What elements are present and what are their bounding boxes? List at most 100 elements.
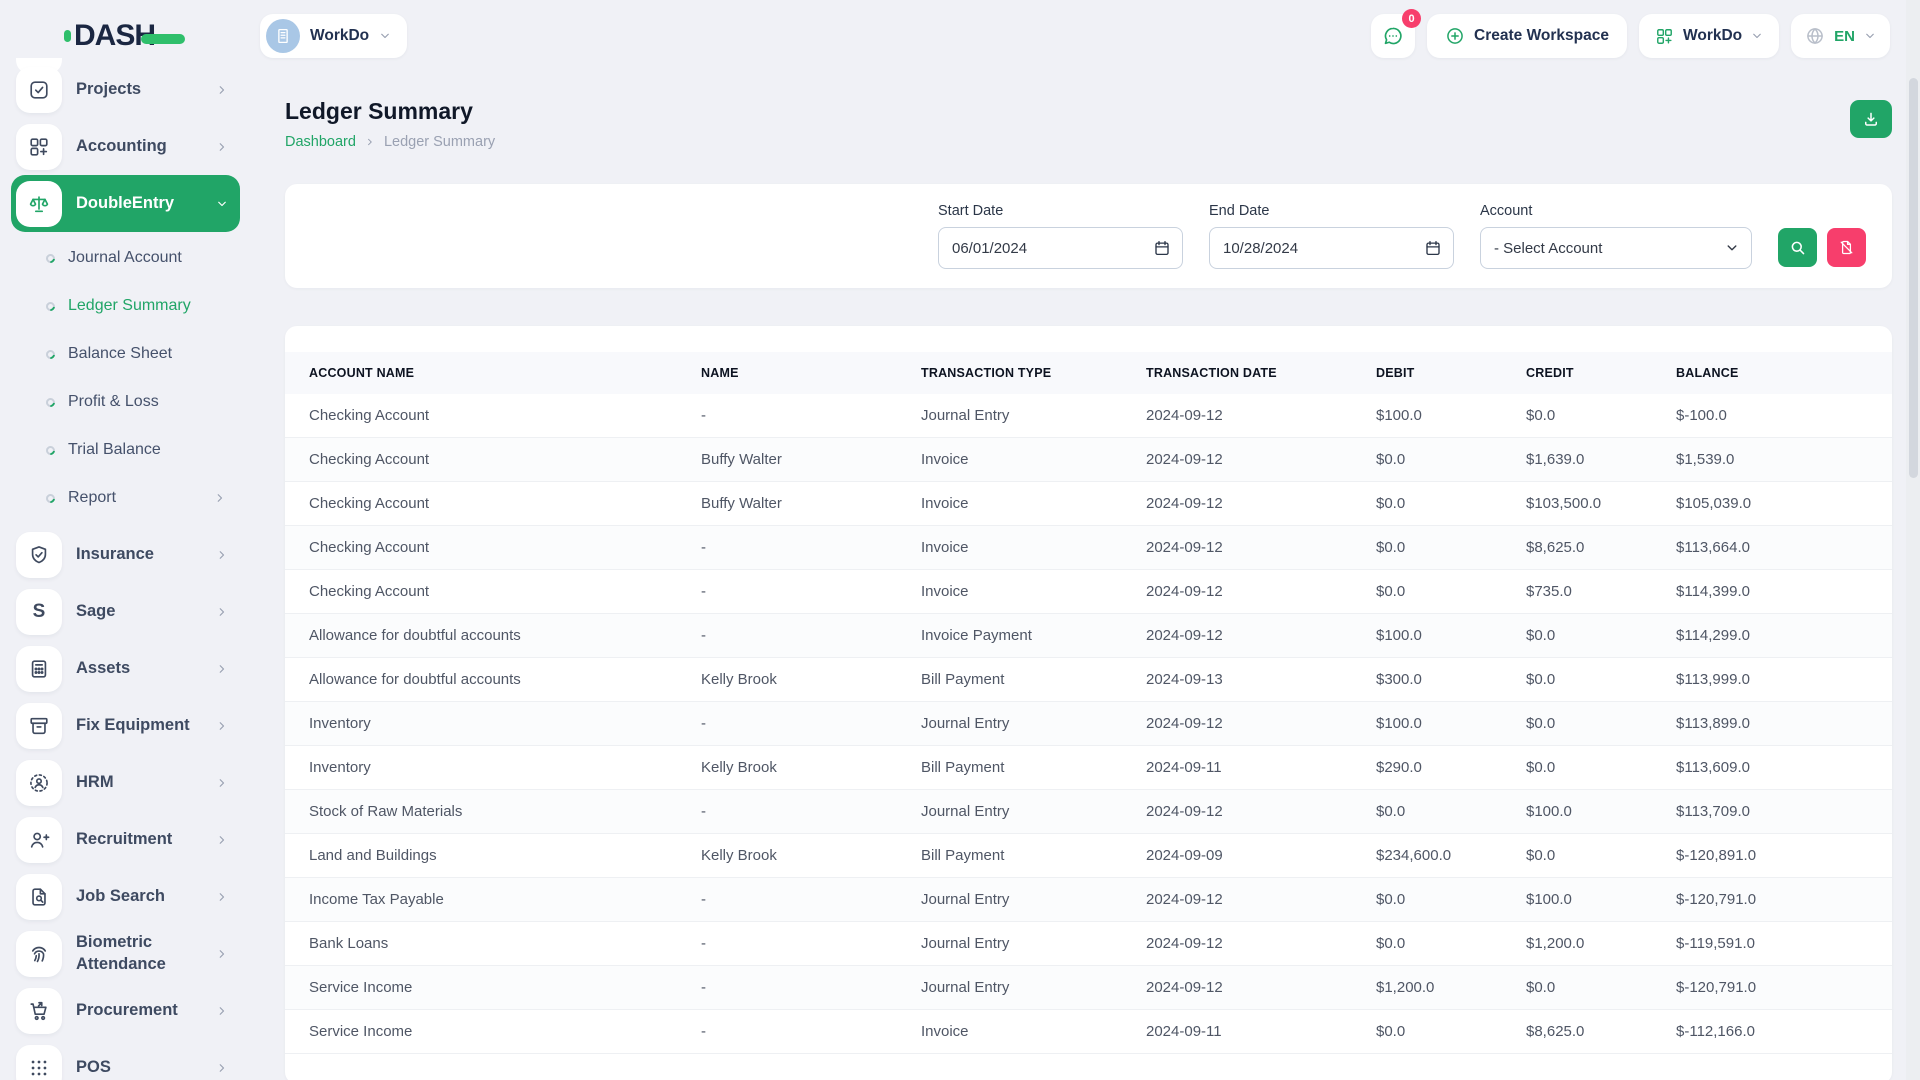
bullet-icon [44,348,57,361]
sidebar-icon-tile [16,703,62,749]
table-row: Bank Loans-Journal Entry2024-09-12$0.0$1… [285,922,1892,966]
filter-card: Start Date End Date Account - Select Acc… [285,184,1892,288]
chevron-down-icon [1751,30,1763,42]
sidebar-subitem-journal-account[interactable]: Journal Account [16,234,240,282]
download-button[interactable] [1850,100,1892,138]
table-row: Checking Account-Invoice2024-09-12$0.0$8… [285,526,1892,570]
layout: ProjectsAccountingDoubleEntryJournal Acc… [0,72,1920,1080]
chevron-right-icon [216,948,228,960]
sidebar-item-pos[interactable]: POS [16,1039,240,1080]
table-row: Service Income-Journal Entry2024-09-12$1… [285,966,1892,1010]
language-label: EN [1834,28,1855,45]
page-title: Ledger Summary [285,98,495,125]
end-date-input[interactable] [1209,227,1454,269]
sidebar-icon-tile [16,817,62,863]
chevron-down-icon [1864,30,1876,42]
table-row: Checking Account-Invoice2024-09-12$0.0$7… [285,570,1892,614]
topbar: DASH WorkDo 0 Create Workspace WorkDo EN [0,0,1920,72]
cart-icon [28,1000,50,1022]
file-slash-icon [1838,239,1855,256]
page-header: Ledger Summary Dashboard Ledger Summary [285,98,1892,150]
sidebar-subitem-balance-sheet[interactable]: Balance Sheet [16,330,240,378]
table-row: Allowance for doubtful accounts-Invoice … [285,614,1892,658]
sidebar: ProjectsAccountingDoubleEntryJournal Acc… [0,72,260,1080]
chevron-right-icon [216,549,228,561]
chevron-right-icon [216,1062,228,1074]
breadcrumb-dashboard-link[interactable]: Dashboard [285,134,356,150]
app-logo[interactable]: DASH [64,19,185,53]
column-header-transaction-date: TRANSACTION DATE [1146,352,1376,394]
sidebar-nav: ProjectsAccountingDoubleEntryJournal Acc… [16,61,240,1080]
checkbox-icon [28,79,50,101]
account-group: Account - Select Account [1480,203,1752,269]
sidebar-item-job-search[interactable]: Job Search [16,868,240,925]
sidebar-subitem-ledger-summary[interactable]: Ledger Summary [16,282,240,330]
workspace-switcher[interactable]: WorkDo [260,14,407,58]
sidebar-icon-tile [16,532,62,578]
scales-icon [28,193,50,215]
download-icon [1862,110,1880,128]
bullet-icon [44,252,57,265]
page-scrollbar-thumb[interactable] [1909,78,1918,478]
search-button[interactable] [1778,228,1817,267]
column-header-account-name: ACCOUNT NAME [285,352,701,394]
sidebar-item-hrm[interactable]: HRM [16,754,240,811]
sidebar-icon-tile [16,988,62,1034]
create-workspace-button[interactable]: Create Workspace [1427,14,1627,58]
table-row: Service Income-Invoice2024-09-11$0.0$8,6… [285,1010,1892,1054]
account-select[interactable]: - Select Account [1480,227,1752,269]
archive-box-icon [28,715,50,737]
bullet-icon [44,444,57,457]
table-row: Income Tax Payable-Journal Entry2024-09-… [285,878,1892,922]
column-header-credit: CREDIT [1526,352,1676,394]
sidebar-item-fix-equipment[interactable]: Fix Equipment [16,697,240,754]
table-row: Inventory-Journal Entry2024-09-12$100.0$… [285,702,1892,746]
sidebar-icon-tile: S [16,589,62,635]
table-row: Stock of Raw Materials-Journal Entry2024… [285,790,1892,834]
logo-dot [64,30,71,42]
sage-s-icon: S [28,601,50,623]
table-body: Checking Account-Journal Entry2024-09-12… [285,394,1892,1054]
sidebar-subitem-profit-loss[interactable]: Profit & Loss [16,378,240,426]
sidebar-item-doubleentry[interactable]: DoubleEntry [11,175,240,232]
sidebar-icon-tile [16,931,62,977]
create-workspace-label: Create Workspace [1474,27,1609,45]
end-date-group: End Date [1209,203,1454,269]
column-header-balance: BALANCE [1676,352,1892,394]
grid-plus-icon [28,136,50,158]
apps-menu-button[interactable]: WorkDo [1639,14,1779,58]
dots-grid-icon [28,1057,50,1079]
table-header: ACCOUNT NAMENAMETRANSACTION TYPETRANSACT… [285,352,1892,394]
column-header-transaction-type: TRANSACTION TYPE [921,352,1146,394]
sidebar-item-sage[interactable]: SSage [16,583,240,640]
chevron-right-icon [216,777,228,789]
sidebar-item-recruitment[interactable]: Recruitment [16,811,240,868]
chevron-right-icon [216,891,228,903]
sidebar-item-biometric-attendance[interactable]: Biometric Attendance [16,925,240,982]
language-selector[interactable]: EN [1791,14,1890,58]
main-content: Ledger Summary Dashboard Ledger Summary … [260,72,1920,1080]
sidebar-subitem-trial-balance[interactable]: Trial Balance [16,426,240,474]
table-row: Checking AccountBuffy WalterInvoice2024-… [285,482,1892,526]
sidebar-subitem-report[interactable]: Report [16,474,240,522]
chevron-right-icon [216,141,228,153]
reset-filter-button[interactable] [1827,228,1866,267]
person-plus-icon [28,829,50,851]
sidebar-item-procurement[interactable]: Procurement [16,982,240,1039]
filter-buttons [1778,205,1866,267]
start-date-input[interactable] [938,227,1183,269]
sidebar-item-insurance[interactable]: Insurance [16,526,240,583]
chevron-right-icon [365,137,375,147]
workspace-label: WorkDo [310,27,369,45]
bullet-icon [44,396,57,409]
chevron-right-icon [216,84,228,96]
sidebar-icon-tile [16,67,62,113]
account-label: Account [1480,203,1752,219]
sidebar-item-accounting[interactable]: Accounting [16,118,240,175]
building-icon [274,27,292,45]
sidebar-item-assets[interactable]: Assets [16,640,240,697]
chevron-right-icon [216,1005,228,1017]
messages-button[interactable]: 0 [1371,14,1415,58]
table-row: Allowance for doubtful accountsKelly Bro… [285,658,1892,702]
fingerprint-icon [28,943,50,965]
